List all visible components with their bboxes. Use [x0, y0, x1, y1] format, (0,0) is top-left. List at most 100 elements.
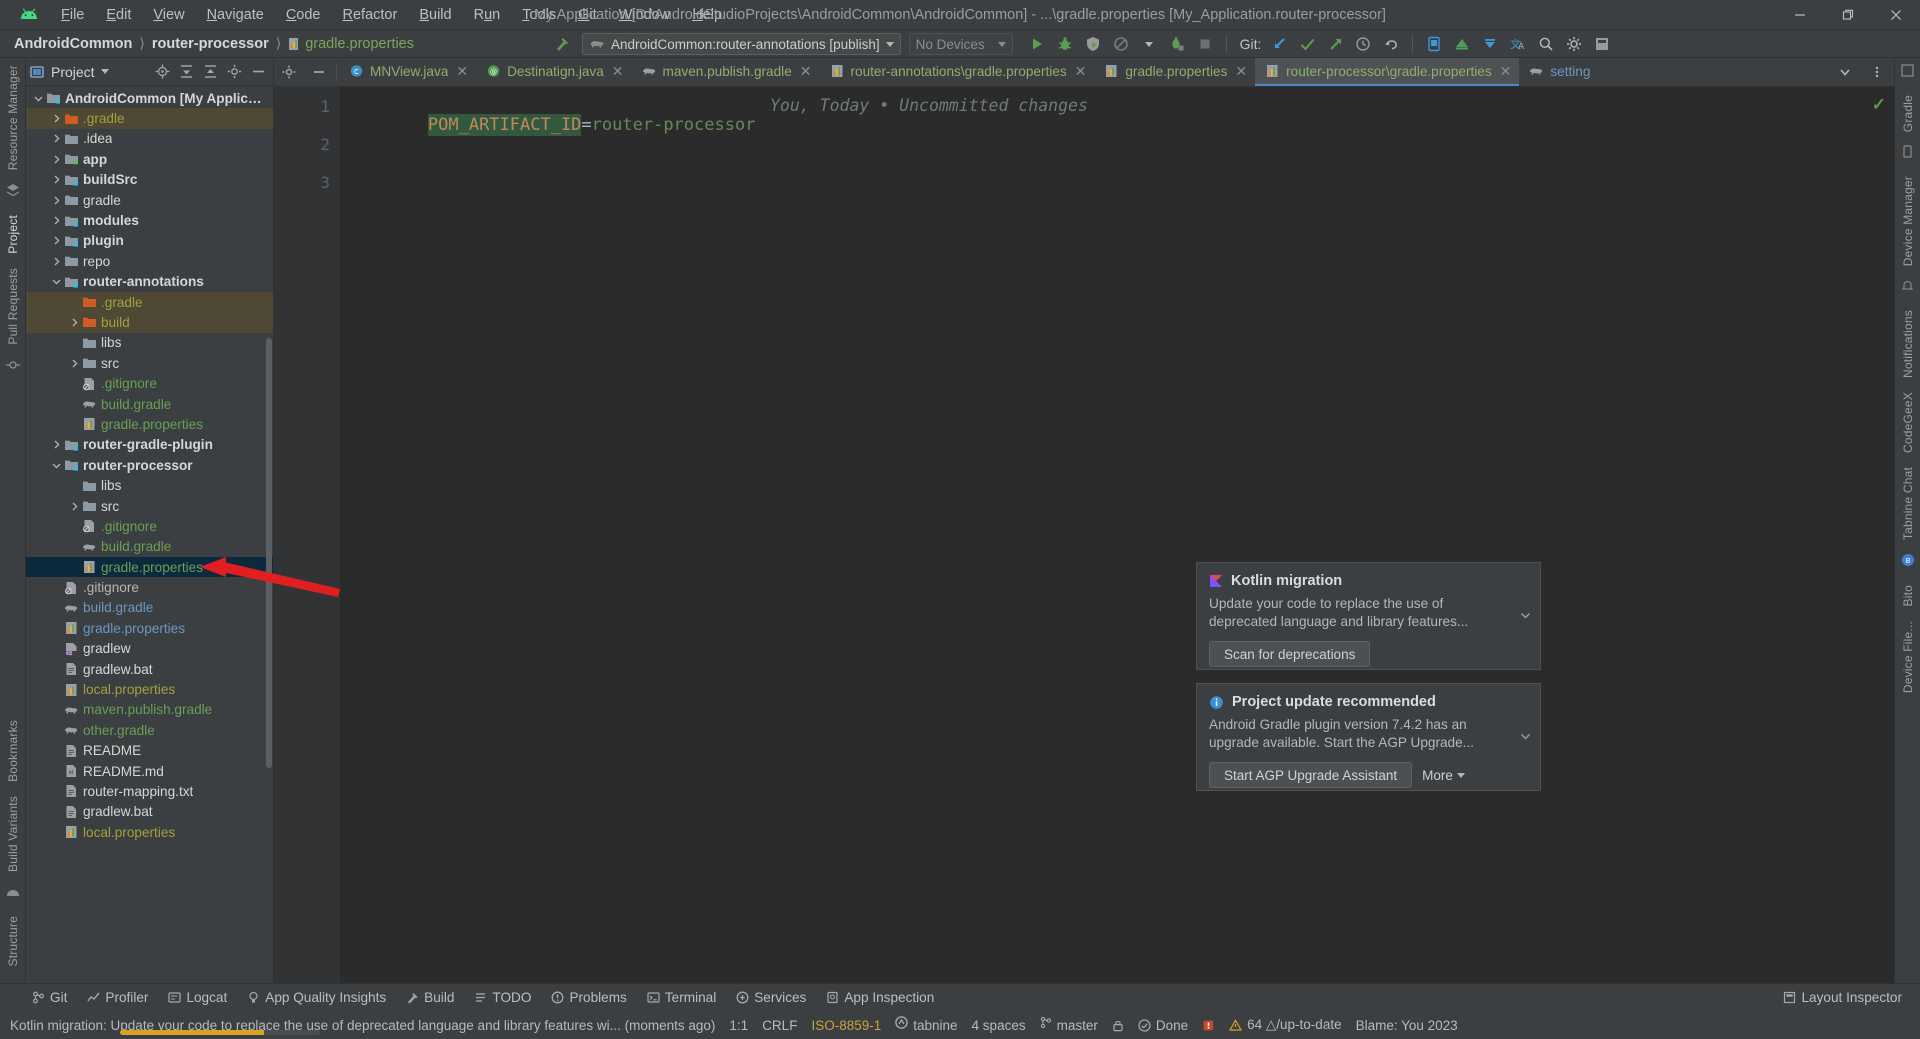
chevron-right-icon[interactable] [68, 318, 81, 327]
tool-window-pull-requests[interactable]: Pull Requests [6, 261, 20, 352]
editor-tab[interactable]: setting [1519, 58, 1598, 86]
tree-node[interactable]: build.gradle [26, 537, 273, 557]
debug-button[interactable] [1051, 31, 1079, 57]
tree-node[interactable]: C++ gradlew [26, 639, 273, 659]
tree-node[interactable]: AndroidCommon [My Application] [26, 88, 273, 108]
git-blame[interactable]: Blame: You 2023 [1349, 1016, 1465, 1035]
git-push-icon[interactable] [1321, 31, 1349, 57]
hide-editor-tabs-icon[interactable] [304, 58, 334, 86]
file-encoding[interactable]: ISO-8859-1 [804, 1016, 888, 1035]
caret-position[interactable]: 1:1 [722, 1016, 755, 1035]
tree-node[interactable]: router-processor [26, 455, 273, 475]
project-settings-icon[interactable] [223, 61, 245, 83]
editor-tab[interactable]: router-annotations\gradle.properties ✕ [820, 58, 1095, 86]
chevron-right-icon[interactable] [68, 502, 81, 511]
tree-node[interactable]: plugin [26, 231, 273, 251]
tree-node[interactable]: .gradle [26, 291, 273, 313]
tabnine-status[interactable]: tabnine [888, 1014, 964, 1036]
tree-node[interactable]: .idea [26, 129, 273, 149]
notification-expand-chevron-icon[interactable] [1519, 730, 1532, 746]
device-file-explorer-icon[interactable] [1476, 31, 1504, 57]
tree-node[interactable]: gradlew.bat [26, 659, 273, 679]
tree-node[interactable]: router-gradle-plugin [26, 435, 273, 455]
tree-node[interactable]: src [26, 496, 273, 516]
tree-node[interactable]: M README.md [26, 761, 273, 781]
tool-window-profiler[interactable]: Profiler [78, 988, 157, 1007]
search-everywhere-icon[interactable] [1532, 31, 1560, 57]
build-hammer-icon[interactable] [548, 31, 576, 57]
tool-window-problems[interactable]: Problems [542, 988, 635, 1007]
minimize-button[interactable] [1776, 0, 1824, 30]
menu-tools[interactable]: Tools [511, 4, 567, 26]
tree-node[interactable]: libs [26, 475, 273, 495]
tree-node[interactable]: modules [26, 210, 273, 230]
notification-expand-chevron-icon[interactable] [1519, 609, 1532, 625]
maximize-button[interactable] [1824, 0, 1872, 30]
tool-window-notifications[interactable]: Notifications [1901, 303, 1915, 385]
code-editor[interactable]: 1 2 3 POM_ARTIFACT_ID=router-processor Y… [274, 87, 1894, 983]
chevron-down-icon[interactable] [885, 41, 894, 47]
scan-for-deprecations-button[interactable]: Scan for deprecations [1209, 641, 1371, 667]
chevron-right-icon[interactable] [50, 155, 63, 164]
tool-window-device-file[interactable]: Device File... [1901, 614, 1915, 700]
tree-node[interactable]: local.properties [26, 679, 273, 699]
tool-window-build[interactable]: Build [397, 988, 463, 1007]
close-tab-icon[interactable]: ✕ [800, 63, 812, 80]
breadcrumb-project[interactable]: AndroidCommon [14, 36, 132, 52]
profiler-button[interactable] [1107, 31, 1135, 57]
more-options-link[interactable]: More [1422, 768, 1465, 783]
tool-window-device-manager[interactable]: Device Manager [1901, 169, 1915, 273]
menu-git[interactable]: Git [567, 4, 608, 26]
chevron-down-icon[interactable] [100, 69, 109, 74]
profiler-dropdown-icon[interactable] [1135, 31, 1163, 57]
chevron-right-icon[interactable] [68, 359, 81, 368]
notifications-icon[interactable] [1901, 273, 1914, 303]
tree-node[interactable]: buildSrc [26, 170, 273, 190]
chevron-right-icon[interactable] [50, 440, 63, 449]
notification-kotlin-migration[interactable]: Kotlin migration Update your code to rep… [1196, 562, 1541, 670]
tree-node[interactable]: build [26, 312, 273, 333]
line-separator[interactable]: CRLF [755, 1016, 804, 1035]
tool-window-bito[interactable]: Bito [1901, 578, 1915, 613]
device-selector[interactable]: No Devices [908, 33, 1013, 55]
notification-project-update[interactable]: Project update recommended Android Gradl… [1196, 683, 1541, 791]
tool-window-todo[interactable]: TODO [465, 988, 540, 1007]
tool-window-layout-inspector[interactable]: Layout Inspector [1774, 988, 1911, 1007]
chevron-right-icon[interactable] [50, 236, 63, 245]
undo-icon[interactable] [1377, 31, 1405, 57]
tree-node[interactable]: gradle.properties [26, 556, 273, 578]
inspection-status-icon[interactable]: ✓ [1872, 95, 1886, 115]
readonly-lock[interactable] [1105, 1017, 1131, 1034]
tree-node[interactable]: .gitignore [26, 373, 273, 393]
editor-code-area[interactable]: POM_ARTIFACT_ID=router-processor You, To… [340, 87, 1894, 983]
tool-window-git[interactable]: Git [23, 988, 76, 1007]
locate-file-icon[interactable] [151, 61, 173, 83]
git-update-project-icon[interactable] [1265, 31, 1293, 57]
tree-node[interactable]: gradle [26, 190, 273, 210]
chevron-down-icon[interactable] [32, 94, 45, 103]
tree-node[interactable]: maven.publish.gradle [26, 700, 273, 720]
settings-gear-icon[interactable] [1560, 31, 1588, 57]
git-commit-icon[interactable] [1293, 31, 1321, 57]
start-agp-upgrade-assistant-button[interactable]: Start AGP Upgrade Assistant [1209, 762, 1413, 788]
tool-window-bookmarks[interactable]: Bookmarks [6, 713, 20, 789]
menu-build[interactable]: Build [408, 4, 462, 26]
notification-flag[interactable] [1195, 1017, 1222, 1034]
menu-code[interactable]: Code [275, 4, 332, 26]
chevron-right-icon[interactable] [50, 175, 63, 184]
chevron-down-icon[interactable] [50, 461, 63, 470]
tree-node[interactable]: router-mapping.txt [26, 781, 273, 801]
tool-window-structure[interactable]: Structure [6, 909, 20, 974]
commit-icon[interactable] [5, 352, 20, 383]
close-tab-icon[interactable]: ✕ [456, 63, 468, 80]
editor-tab[interactable]: @ Destinatign.java ✕ [476, 58, 631, 86]
menu-help[interactable]: Help [681, 4, 733, 26]
tab-settings-gear-icon[interactable] [274, 58, 304, 86]
device-manager-icon[interactable] [1901, 139, 1914, 169]
hide-panel-icon[interactable] [247, 61, 269, 83]
breadcrumb-file[interactable]: gradle.properties [288, 36, 414, 52]
tree-node[interactable]: README [26, 741, 273, 761]
tool-window-project[interactable]: Project [6, 208, 20, 261]
tree-node[interactable]: gradlew.bat [26, 802, 273, 822]
tree-node[interactable]: local.properties [26, 822, 273, 842]
